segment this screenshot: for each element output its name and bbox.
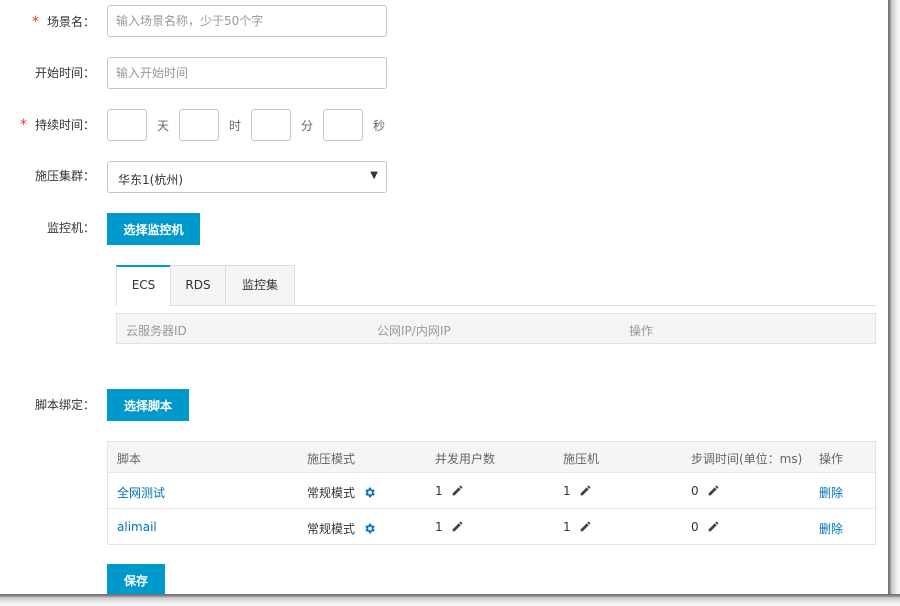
- machines-value: 1: [563, 520, 571, 534]
- start-time-label: 开始时间：: [34, 66, 95, 80]
- gear-icon[interactable]: [363, 522, 376, 535]
- column-header: 施压机: [563, 452, 600, 466]
- column-header: 脚本: [117, 452, 142, 466]
- column-header: 公网IP/内网IP: [377, 324, 451, 338]
- delete-link[interactable]: 删除: [819, 484, 843, 501]
- pencil-icon[interactable]: [707, 484, 720, 497]
- duration-seconds-input[interactable]: [323, 109, 363, 141]
- script-name-link[interactable]: 全网测试: [117, 484, 165, 501]
- pencil-icon[interactable]: [451, 520, 464, 533]
- pacing-value: 0: [691, 520, 699, 534]
- cluster-select[interactable]: 华东1(杭州) ▼: [107, 161, 387, 193]
- users-value: 1: [435, 520, 443, 534]
- duration-hours-unit: 时: [229, 119, 242, 133]
- tab-monitor-set[interactable]: 监控集: [225, 265, 295, 305]
- column-header: 操作: [819, 452, 844, 466]
- table-header-row: 脚本 施压模式 并发用户数 施压机 步调时间(单位：ms) 操作: [108, 442, 875, 472]
- pencil-icon[interactable]: [579, 484, 592, 497]
- column-header: 操作: [629, 324, 654, 338]
- scene-name-input[interactable]: [107, 5, 387, 37]
- column-header: 并发用户数: [435, 452, 496, 466]
- scene-name-label: * 场景名：: [31, 14, 95, 30]
- duration-label: * 持续时间：: [19, 117, 95, 133]
- cluster-label: 施压集群：: [34, 169, 95, 183]
- table-row: 全网测试 常规模式 1 1 0 删除: [108, 472, 875, 508]
- caret-down-icon: ▼: [370, 170, 378, 181]
- pencil-icon[interactable]: [579, 520, 592, 533]
- machines-cell: 1: [563, 484, 592, 498]
- pacing-cell: 0: [691, 520, 720, 534]
- column-header: 步调时间(单位：ms): [691, 452, 803, 466]
- delete-link[interactable]: 删除: [819, 520, 843, 537]
- gear-icon[interactable]: [363, 486, 376, 499]
- select-script-button[interactable]: 选择脚本: [107, 389, 189, 421]
- mode-value: 常规模式: [307, 486, 356, 500]
- mode-value: 常规模式: [307, 522, 356, 536]
- window-shadow-bottom: [0, 594, 900, 606]
- machines-value: 1: [563, 484, 571, 498]
- pacing-value: 0: [691, 484, 699, 498]
- pencil-icon[interactable]: [451, 484, 464, 497]
- pacing-cell: 0: [691, 484, 720, 498]
- users-cell: 1: [435, 484, 464, 498]
- monitor-label: 监控机：: [46, 221, 95, 235]
- duration-hours-input[interactable]: [179, 109, 219, 141]
- tab-ecs[interactable]: ECS: [116, 265, 171, 306]
- table-row: alimail 常规模式 1 1 0 删除: [108, 508, 875, 544]
- ecs-table-header: 云服务器ID 公网IP/内网IP 操作: [116, 313, 876, 344]
- users-value: 1: [435, 484, 443, 498]
- column-header: 施压模式: [307, 452, 356, 466]
- cluster-selected-value: 华东1(杭州): [118, 173, 183, 187]
- required-mark: *: [31, 14, 39, 30]
- required-mark: *: [19, 117, 27, 133]
- script-label: 脚本绑定：: [34, 398, 95, 412]
- duration-days-input[interactable]: [107, 109, 147, 141]
- window-shadow-right: [888, 0, 900, 606]
- duration-seconds-unit: 秒: [373, 119, 386, 133]
- script-name-link[interactable]: alimail: [117, 520, 157, 534]
- mode-cell: 常规模式: [307, 520, 376, 537]
- duration-minutes-input[interactable]: [251, 109, 291, 141]
- pencil-icon[interactable]: [707, 520, 720, 533]
- machines-cell: 1: [563, 520, 592, 534]
- duration-minutes-unit: 分: [301, 119, 314, 133]
- select-monitor-button[interactable]: 选择监控机: [107, 213, 200, 245]
- start-time-input[interactable]: [107, 57, 387, 89]
- users-cell: 1: [435, 520, 464, 534]
- tab-rds[interactable]: RDS: [170, 265, 226, 305]
- save-button[interactable]: 保存: [107, 564, 165, 596]
- duration-days-unit: 天: [157, 119, 170, 133]
- mode-cell: 常规模式: [307, 484, 376, 501]
- monitor-tabs: ECS RDS 监控集: [116, 265, 876, 306]
- column-header: 云服务器ID: [126, 324, 187, 338]
- script-table: 脚本 施压模式 并发用户数 施压机 步调时间(单位：ms) 操作 全网测试 常规…: [107, 441, 876, 545]
